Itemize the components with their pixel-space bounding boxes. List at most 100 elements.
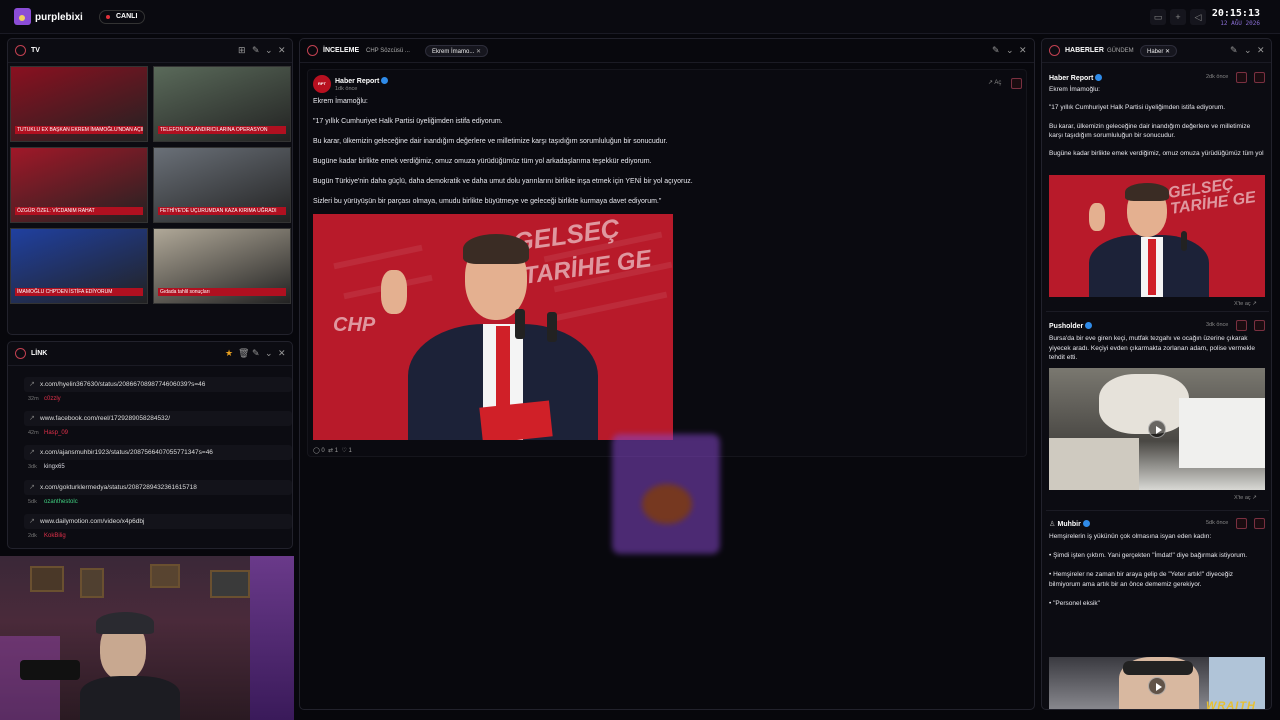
alert-icon[interactable] [1236, 320, 1247, 331]
tv-tile-3[interactable]: ÖZGÜR ÖZEL: VİCDANIM RAHAT [10, 147, 148, 223]
play-icon[interactable] [1148, 677, 1166, 695]
like-icon[interactable]: ♡ [341, 448, 346, 454]
webcam-overlay-text: WRAITH [1206, 700, 1256, 712]
edit-icon[interactable]: ✎ [992, 45, 1000, 56]
tv-tile-4[interactable]: FETHİYE'DE UÇURUMDAN KAZA KIRIMA UĞRADI [153, 147, 291, 223]
close-icon[interactable]: ✕ [1257, 45, 1265, 56]
edit-icon[interactable]: ✎ [1230, 45, 1238, 56]
inceleme-panel: İNCELEME CHP Sözcüsü ... Ekrem İmamo... … [299, 38, 1035, 710]
reply-icon[interactable]: ◯ [313, 448, 320, 454]
news-author: Haber Report [1049, 73, 1103, 82]
chevron-down-icon[interactable]: ⌄ [265, 45, 273, 56]
like-count: 1 [348, 448, 352, 454]
link-url[interactable]: www.dailymotion.com/video/x4p6dbj [24, 514, 292, 529]
news-author-name: Pusholder [1049, 323, 1084, 330]
news-item[interactable]: Pusholder 3dk önce Bursa'da bir eve gire… [1046, 317, 1269, 511]
tab-gundem[interactable]: GÜNDEM [1101, 45, 1140, 57]
link-age: 5dk [28, 499, 37, 505]
news-text: Hemşirelerin iş yükünün çok olmasına isy… [1049, 533, 1248, 607]
alert-icon[interactable] [1236, 518, 1247, 529]
chevron-down-icon[interactable]: ⌄ [1244, 45, 1252, 56]
tv-tile-6[interactable]: Gıdada tahlil sonuçları [153, 228, 291, 304]
tv-tile-2[interactable]: TELEFON DOLANDIRICILARINA OPERASYON [153, 66, 291, 142]
star-icon[interactable]: ★ [225, 348, 233, 359]
news-item[interactable]: Haber Report 2dk önce Ekrem İmamoğlu: "1… [1046, 69, 1269, 312]
news-video[interactable] [1049, 368, 1265, 490]
volume-icon[interactable]: ◁ [1190, 9, 1206, 25]
retweet-icon[interactable]: ⇄ [328, 448, 333, 454]
alert-icon[interactable] [1236, 72, 1247, 83]
link-url[interactable]: x.com/ajansmuhbir1923/status/20875664070… [24, 445, 292, 460]
news-icon [1049, 45, 1060, 56]
image-text: GELSEÇ TARİHE GE [1167, 175, 1257, 218]
inceleme-panel-header: İNCELEME CHP Sözcüsü ... Ekrem İmamo... … [300, 39, 1034, 63]
verified-icon [1082, 520, 1090, 528]
tv-panel-title: TV [31, 47, 40, 54]
tv-tile-caption: Gıdada tahlil sonuçları [158, 288, 286, 296]
chevron-down-icon[interactable]: ⌄ [1006, 45, 1014, 56]
close-tab-icon[interactable]: ✕ [476, 49, 481, 55]
tv-tile-caption: FETHİYE'DE UÇURUMDAN KAZA KIRIMA UĞRADI [158, 207, 286, 215]
link-url[interactable]: x.com/hyelin367630/status/20866708987746… [24, 377, 292, 392]
top-bar: purplebixi CANLI ▭ + ◁ 20:15:13 12 AĞU 2… [0, 0, 1280, 34]
tab-ekrem[interactable]: Ekrem İmamo... ✕ [425, 45, 489, 57]
tab-haber[interactable]: Haber ✕ [1140, 45, 1178, 57]
post-author-name: Haber Report [335, 78, 380, 85]
streamer-cap [96, 612, 154, 634]
news-item[interactable]: ♙ Muhbir 5dk önce Hemşirelerin iş yükünü… [1046, 515, 1269, 709]
grid-icon[interactable]: ⊞ [238, 45, 246, 56]
close-tab-icon[interactable]: ✕ [1165, 49, 1170, 55]
link-item[interactable]: www.facebook.com/reel/1729289058284532/ … [24, 411, 292, 441]
news-text: Ekrem İmamoğlu: "17 yıllık Cumhuriyet Ha… [1049, 86, 1264, 158]
link-url[interactable]: www.facebook.com/reel/1729289058284532/ [24, 411, 292, 426]
play-icon[interactable] [1148, 420, 1166, 438]
news-image[interactable]: GELSEÇ TARİHE GE [1049, 175, 1265, 297]
reply-count: 0 [321, 448, 325, 454]
avatar: RPT [313, 75, 331, 93]
open-in-x-link[interactable]: X'te aç ↗ [1234, 301, 1257, 307]
link-item[interactable]: x.com/ajansmuhbir1923/status/20875664070… [24, 445, 292, 475]
layout-icon[interactable]: ▭ [1150, 9, 1166, 25]
microphone [20, 660, 80, 680]
post-actions: ◯ 0 ⇄ 1 ♡ 1 [313, 447, 352, 454]
tv-tile-caption: TUTUKLU EX BAŞKAN EKREM İMAMOĞLU'NDAN AÇ… [15, 126, 143, 134]
app-logo[interactable] [14, 8, 31, 25]
post-image[interactable]: GELSEÇ TARİHE GE CHP [313, 214, 673, 440]
link-user: KokBilig [44, 533, 66, 539]
close-icon[interactable]: ✕ [1019, 45, 1027, 56]
link-url[interactable]: x.com/gokturklermedya/status/20872894323… [24, 480, 292, 495]
chevron-down-icon[interactable]: ⌄ [265, 348, 273, 359]
tv-tile-5[interactable]: İMAMOĞLU CHP'DEN İSTİFA EDİYORUM [10, 228, 148, 304]
trash-icon[interactable]: 🗑 [238, 348, 249, 359]
link-item[interactable]: x.com/gokturklermedya/status/20872894323… [24, 480, 292, 510]
tv-panel: TV ⊞ ✎ ⌄ ✕ TUTUKLU EX BAŞKAN EKREM İMAMO… [7, 38, 293, 335]
close-icon[interactable]: ✕ [278, 348, 286, 359]
link-age: 42m [28, 430, 39, 436]
tv-tile-caption: İMAMOĞLU CHP'DEN İSTİFA EDİYORUM [15, 288, 143, 296]
goat [1099, 374, 1189, 434]
haberler-panel: HABERLER GÜNDEM Haber ✕ ✎ ⌄ ✕ Haber Repo… [1041, 38, 1272, 710]
open-in-x-link[interactable]: X'te aç ↗ [1234, 495, 1257, 501]
link-item[interactable]: x.com/hyelin367630/status/20866708987746… [24, 377, 292, 407]
post-author: Haber Report [335, 76, 389, 85]
open-link[interactable]: ↗ Aç [988, 79, 1001, 86]
haberler-panel-title: HABERLER [1065, 47, 1104, 54]
tv-tile-1[interactable]: TUTUKLU EX BAŞKAN EKREM İMAMOĞLU'NDAN AÇ… [10, 66, 148, 142]
link-user: kingx65 [44, 464, 65, 470]
bookmark-icon[interactable] [1254, 72, 1265, 83]
link-panel-title: LİNK [31, 350, 48, 357]
inceleme-panel-title: İNCELEME [323, 47, 360, 54]
close-icon[interactable]: ✕ [278, 45, 286, 56]
post-time: 1dk önce [335, 86, 358, 92]
verified-icon [381, 77, 389, 85]
bookmark-icon[interactable] [1254, 518, 1265, 529]
link-panel: LİNK ★ 🗑 ✎ ⌄ ✕ x.com/hyelin367630/status… [7, 341, 293, 549]
edit-icon[interactable]: ✎ [252, 45, 260, 56]
add-icon[interactable]: + [1170, 9, 1186, 25]
tab-chp[interactable]: CHP Sözcüsü ... [360, 45, 416, 57]
bookmark-icon[interactable] [1254, 320, 1265, 331]
edit-icon[interactable]: ✎ [252, 348, 260, 359]
bookmark-icon[interactable] [1011, 78, 1022, 89]
link-item[interactable]: www.dailymotion.com/video/x4p6dbj 2dk Ko… [24, 514, 292, 544]
clock-time: 20:15:13 [1211, 8, 1260, 19]
